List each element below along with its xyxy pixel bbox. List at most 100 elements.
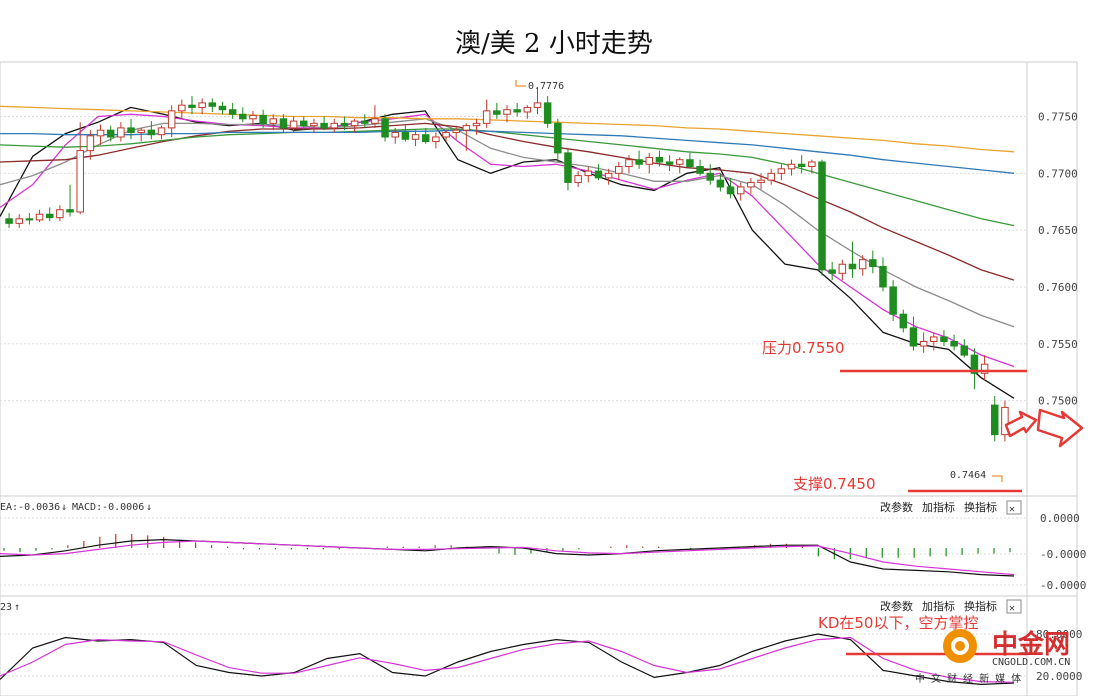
candle-body <box>716 179 725 188</box>
main-y-axis: 0.7750 0.7700 0.7650 0.7600 0.7550 0.7500 <box>1026 62 1078 696</box>
main-y-tick-label: 0.7700 <box>1038 167 1078 180</box>
candle-body <box>604 172 613 179</box>
candle-body <box>757 179 765 183</box>
direction-arrow-icon <box>1004 410 1038 438</box>
candle-body <box>574 175 582 183</box>
candle-body <box>706 172 714 181</box>
candle-body <box>615 166 623 174</box>
candle-body <box>76 150 84 213</box>
candle-body <box>127 127 135 133</box>
candle-body <box>106 129 115 138</box>
candle-body <box>157 127 166 136</box>
macd-add-indicator-button[interactable]: 加指标 <box>922 500 955 514</box>
macd-header: EA:-0.0036 ↓ MACD:-0.0006 ↓ <box>0 502 152 513</box>
candle-body <box>919 340 928 347</box>
candle-body <box>625 159 633 168</box>
candle-body <box>340 122 349 127</box>
candle-body <box>188 104 196 108</box>
macd-change-indicator-button[interactable]: 换指标 <box>964 500 997 514</box>
candle-body <box>259 114 267 124</box>
candle-body <box>462 125 471 131</box>
kd-toolbar: 改参数 加指标 换指标 ✕ <box>880 599 1022 614</box>
candle-body <box>300 120 308 127</box>
candle-body <box>472 122 481 127</box>
macd-line <box>0 538 1015 577</box>
logo-domain: CNGOLD.COM.CN <box>992 657 1070 668</box>
kd-add-indicator-button[interactable]: 加指标 <box>922 599 955 613</box>
candle-body <box>482 110 491 124</box>
candle-body <box>747 181 755 188</box>
candle-body <box>239 113 247 120</box>
macd-y-tick-label: -0.0000 <box>1040 579 1086 592</box>
candle-body <box>777 168 786 174</box>
candle-body <box>178 104 186 112</box>
candle-body <box>930 336 938 342</box>
macd-panel-frame <box>0 495 1078 597</box>
candle-body <box>289 120 298 129</box>
candle-body <box>360 120 369 124</box>
candle-body <box>940 336 948 342</box>
candlestick-series <box>5 86 1009 442</box>
candle-body <box>950 340 958 347</box>
main-y-tick-label: 0.7650 <box>1038 224 1078 237</box>
macd-value-label: MACD:-0.0006 <box>72 502 144 513</box>
candle-body <box>635 159 643 165</box>
high-price-label: 0.7776 <box>528 81 564 92</box>
candle-body <box>838 263 847 274</box>
logo-tagline: 中 文 财 经 新 媒 体 <box>915 672 1021 685</box>
candle-body <box>858 259 867 270</box>
candle-body <box>310 122 318 127</box>
candle-body <box>960 345 969 356</box>
moving-average-lines <box>0 105 1015 399</box>
candle-body <box>991 404 999 436</box>
candle-body <box>584 170 593 177</box>
kd-param-arrow: ↑ <box>14 602 20 613</box>
candle-body <box>330 122 339 129</box>
candle-body <box>889 286 897 315</box>
candle-body <box>503 109 511 115</box>
ma-line <box>0 106 1015 399</box>
low-price-label: 0.7464 <box>950 470 986 481</box>
candle-body <box>767 172 775 181</box>
candle-body <box>279 118 288 129</box>
main-y-tick-label: 0.7600 <box>1038 281 1078 294</box>
candle-body <box>421 134 430 143</box>
candle-body <box>787 163 796 170</box>
candle-body <box>533 102 542 108</box>
ma-line <box>0 129 1015 174</box>
kd-note-label: KD在50以下，空方掌控 <box>818 614 978 632</box>
direction-arrow-icon-2 <box>1036 408 1084 448</box>
low-annotation: 0.7464 <box>950 470 1003 482</box>
candle-body <box>117 127 125 138</box>
candle-body <box>655 156 664 163</box>
macd-edit-params-button[interactable]: 改参数 <box>880 500 913 514</box>
candle-body <box>147 129 156 136</box>
candle-body <box>25 218 34 221</box>
candle-body <box>401 131 410 140</box>
candle-body <box>696 166 704 174</box>
chart-root: 澳/美 2 小时走势 0.7750 0.7700 0.7650 0.7600 0.755… <box>0 29 1086 696</box>
kd-change-indicator-button[interactable]: 换指标 <box>964 599 997 613</box>
candle-body <box>381 118 389 138</box>
candle-body <box>899 313 908 329</box>
candle-body <box>371 118 379 124</box>
macd-close-icon: ✕ <box>1009 504 1015 515</box>
candle-body <box>726 186 735 195</box>
macd-ea-label: EA:-0.0036 <box>0 502 60 513</box>
candle-body <box>56 209 64 219</box>
candle-body <box>391 131 399 138</box>
candle-body <box>564 152 572 183</box>
candle-body <box>543 102 552 124</box>
candle-body <box>442 131 450 138</box>
candle-body <box>411 134 420 140</box>
candle-body <box>797 163 806 168</box>
candle-body <box>228 109 237 115</box>
kd-edit-params-button[interactable]: 改参数 <box>880 599 913 613</box>
kd-param-label: 23 <box>0 602 12 613</box>
macd-y-axis: 0.0000 -0.0000 -0.0000 <box>0 512 1086 592</box>
main-y-tick-label: 0.7550 <box>1038 338 1078 351</box>
kd-lines <box>0 633 1015 686</box>
candle-body <box>15 218 23 224</box>
macd-y-tick-label: -0.0000 <box>1040 548 1086 561</box>
candle-body <box>909 327 918 347</box>
